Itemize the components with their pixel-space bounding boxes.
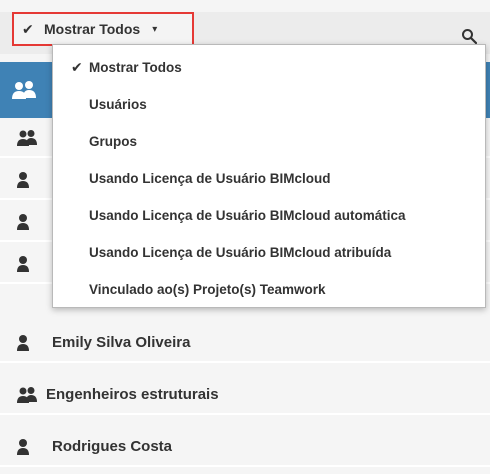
user-icon	[17, 256, 29, 272]
search-icon[interactable]	[461, 28, 477, 44]
menu-item-label: Usando Licença de Usuário BIMcloud autom…	[89, 208, 406, 223]
list-item[interactable]: Rodrigues Costa	[0, 427, 490, 467]
filter-dropdown-menu: ✔ Mostrar Todos Usuários Grupos Usando L…	[52, 44, 486, 308]
show-filter-dropdown-button[interactable]: ✔ Mostrar Todos ▾	[12, 12, 194, 46]
menu-item-label: Usando Licença de Usuário BIMcloud atrib…	[89, 245, 392, 260]
filter-selected-label: Mostrar Todos	[44, 21, 141, 37]
user-icon	[17, 172, 29, 188]
group-icon	[17, 130, 37, 146]
menu-item-bimcloud-license-automatic[interactable]: Usando Licença de Usuário BIMcloud autom…	[53, 197, 485, 234]
list-item[interactable]: Emily Silva Oliveira	[0, 323, 490, 363]
list-item-label: Rodrigues Costa	[52, 438, 173, 455]
user-icon	[17, 335, 29, 351]
list-item-label: Engenheiros estruturais	[46, 386, 219, 403]
checkmark-icon: ✔	[71, 59, 83, 75]
menu-item-label: Usando Licença de Usuário BIMcloud	[89, 171, 331, 186]
user-icon	[17, 439, 29, 455]
menu-item-groups[interactable]: Grupos	[53, 123, 485, 160]
menu-item-bimcloud-license-assigned[interactable]: Usando Licença de Usuário BIMcloud atrib…	[53, 234, 485, 271]
group-icon	[12, 81, 36, 99]
list-item-label: Emily Silva Oliveira	[52, 334, 191, 351]
menu-item-label: Vinculado ao(s) Projeto(s) Teamwork	[89, 282, 326, 297]
menu-item-teamwork-projects[interactable]: Vinculado ao(s) Projeto(s) Teamwork	[53, 271, 485, 308]
menu-item-bimcloud-license[interactable]: Usando Licença de Usuário BIMcloud	[53, 160, 485, 197]
menu-item-label: Mostrar Todos	[89, 60, 182, 75]
user-icon	[17, 214, 29, 230]
chevron-down-icon: ▾	[152, 23, 158, 35]
users-panel: ✔ Mostrar Todos ▾ Emily Silva Oliveira E…	[0, 0, 490, 474]
menu-item-label: Usuários	[89, 97, 147, 112]
menu-item-show-all[interactable]: ✔ Mostrar Todos	[53, 49, 485, 86]
menu-item-users[interactable]: Usuários	[53, 86, 485, 123]
group-icon	[17, 387, 37, 403]
list-item[interactable]: Engenheiros estruturais	[0, 375, 490, 415]
checkmark-icon: ✔	[22, 20, 34, 37]
menu-item-label: Grupos	[89, 134, 138, 149]
